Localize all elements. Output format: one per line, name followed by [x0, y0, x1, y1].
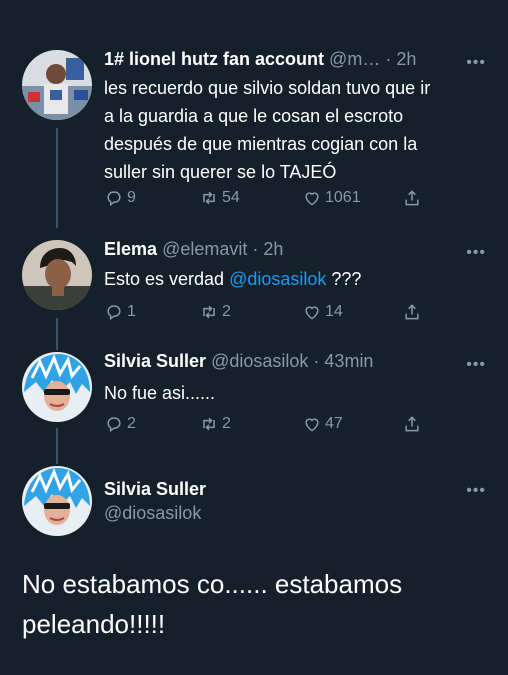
tweet-text-line: a la guardia a que le cosan el escroto: [104, 106, 404, 126]
tweet-header: Elema @elemavit · 2h: [104, 238, 494, 262]
share-button[interactable]: [402, 188, 425, 208]
like-button[interactable]: 47: [302, 414, 343, 434]
share-button[interactable]: [402, 302, 425, 322]
tweet-text-before: Esto es verdad: [104, 269, 230, 289]
separator: ·: [252, 239, 259, 259]
tweet-text: les recuerdo que silvio soldan tuvo que …: [104, 74, 489, 186]
like-button[interactable]: 14: [302, 302, 343, 322]
retweet-icon: [203, 305, 215, 319]
retweet-button[interactable]: 54: [199, 188, 240, 208]
tweet-text-line: peleando!!!!!: [22, 609, 166, 639]
focused-tweet-text: No estabamos co...... estabamos peleando…: [22, 564, 492, 644]
tweet[interactable]: Silvia Suller @diosasilok · 43min ••• No…: [0, 350, 508, 450]
retweet-icon: [203, 417, 215, 431]
like-count: 14: [325, 303, 343, 320]
handle[interactable]: @m…: [329, 49, 380, 69]
separator: ·: [385, 49, 392, 69]
more-icon[interactable]: •••: [466, 244, 486, 262]
tweet-text: No fue asi......: [104, 379, 489, 407]
reply-icon: [107, 305, 121, 321]
handle[interactable]: @diosasilok: [211, 351, 308, 371]
like-button[interactable]: 1061: [302, 188, 361, 208]
reply-button[interactable]: 1: [104, 302, 136, 322]
retweet-button[interactable]: 2: [199, 414, 231, 434]
timestamp[interactable]: 43min: [324, 351, 373, 371]
avatar[interactable]: [22, 352, 92, 422]
tweet-text-line: suller sin querer se lo TAJEÓ: [104, 162, 337, 182]
handle[interactable]: @diosasilok: [104, 502, 494, 524]
mention-link[interactable]: @diosasilok: [229, 269, 326, 289]
like-count: 47: [325, 415, 343, 432]
handle[interactable]: @elemavit: [162, 239, 247, 259]
tweet-actions: 9 54 1061: [104, 188, 434, 210]
share-icon: [405, 304, 419, 320]
avatar[interactable]: [22, 50, 92, 120]
display-name[interactable]: 1# lionel hutz fan account: [104, 49, 324, 69]
timestamp[interactable]: 2h: [396, 49, 416, 69]
tweet-text-line: No estabamos co...... estabamos: [22, 569, 403, 599]
reply-icon: [107, 417, 121, 433]
retweet-icon: [203, 191, 215, 205]
display-name[interactable]: Elema: [104, 239, 157, 259]
tweet[interactable]: 1# lionel hutz fan account @m… · 2h ••• …: [0, 48, 508, 228]
display-name[interactable]: Silvia Suller: [104, 478, 494, 500]
reply-count: 2: [127, 415, 136, 432]
share-button[interactable]: [402, 414, 425, 434]
retweet-count: 2: [222, 303, 231, 320]
tweet-header: Silvia Suller @diosasilok · 43min: [104, 350, 494, 374]
tweet-text: Esto es verdad @diosasilok ???: [104, 265, 489, 293]
share-icon: [405, 416, 419, 432]
reply-button[interactable]: 9: [104, 188, 136, 208]
like-icon: [305, 306, 319, 320]
retweet-count: 54: [222, 189, 240, 206]
more-icon[interactable]: •••: [466, 482, 486, 500]
tweet-text-line: No fue asi......: [104, 383, 216, 403]
reply-count: 9: [127, 189, 136, 206]
tweet-text-after: ???: [326, 269, 362, 289]
reply-count: 1: [127, 303, 136, 320]
tweet-header: Silvia Suller @diosasilok: [104, 478, 494, 528]
tweet-actions: 2 2 47: [104, 414, 434, 436]
display-name[interactable]: Silvia Suller: [104, 351, 206, 371]
retweet-count: 2: [222, 415, 231, 432]
like-count: 1061: [325, 189, 361, 206]
retweet-button[interactable]: 2: [199, 302, 231, 322]
reply-icon: [107, 191, 121, 207]
reply-button[interactable]: 2: [104, 414, 136, 434]
tweet[interactable]: Elema @elemavit · 2h ••• Esto es verdad …: [0, 238, 508, 338]
avatar[interactable]: [22, 240, 92, 310]
tweet-actions: 1 2 14: [104, 302, 434, 324]
separator: ·: [313, 351, 320, 371]
tweet-header: 1# lionel hutz fan account @m… · 2h: [104, 48, 494, 72]
tweet-text-line: después de que mientras cogian con la: [104, 134, 418, 154]
more-icon[interactable]: •••: [466, 356, 486, 374]
tweet-text-line: les recuerdo que silvio soldan tuvo que …: [104, 78, 431, 98]
more-icon[interactable]: •••: [466, 54, 486, 72]
like-icon: [305, 418, 319, 432]
share-icon: [405, 190, 419, 206]
like-icon: [305, 192, 319, 206]
timestamp[interactable]: 2h: [263, 239, 283, 259]
avatar[interactable]: [22, 466, 92, 536]
